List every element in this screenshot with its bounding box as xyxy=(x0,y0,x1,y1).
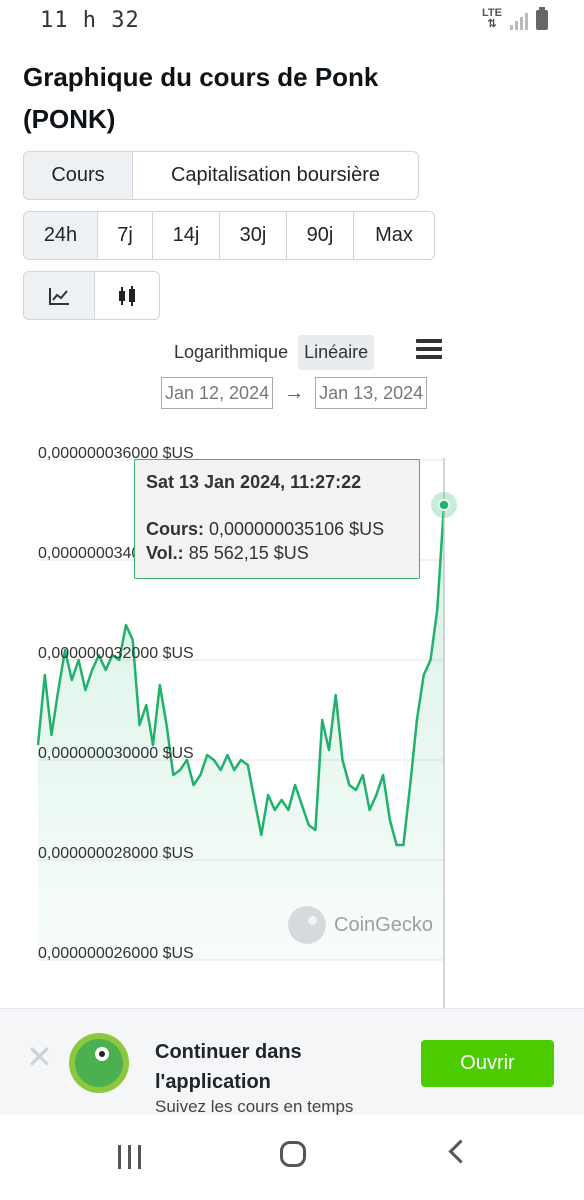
range-14j[interactable]: 14j xyxy=(153,212,220,259)
range-7j[interactable]: 7j xyxy=(98,212,153,259)
banner-title: Continuer dans l'application xyxy=(155,1041,302,1093)
battery-icon xyxy=(536,7,548,30)
page-title: Graphique du cours de Ponk (PONK) xyxy=(23,62,379,134)
arrow-right-icon: → xyxy=(284,381,305,404)
tooltip-price-value: 0,000000035106 $US xyxy=(209,519,385,539)
range-max[interactable]: Max xyxy=(354,212,434,259)
tooltip-vol-label: Vol.: xyxy=(146,543,184,563)
tooltip-price-label: Cours: xyxy=(146,519,204,539)
candlestick-icon xyxy=(119,285,135,306)
chart-tooltip: Sat 13 Jan 2024, 11:27:22 Cours: 0,00000… xyxy=(134,459,420,579)
chart-type-selector xyxy=(23,271,160,320)
y-tick-label: 0,000000028000 $US xyxy=(38,845,194,862)
range-30j[interactable]: 30j xyxy=(220,212,287,259)
tooltip-date: Sat 13 Jan 2024, 11:27:22 xyxy=(146,472,362,492)
hamburger-menu-icon[interactable] xyxy=(416,339,442,359)
highlight-point xyxy=(438,499,450,511)
y-tick-label: 0,000000032000 $US xyxy=(38,645,194,662)
system-nav-bar xyxy=(0,1115,584,1200)
linear-scale-button[interactable]: Linéaire xyxy=(298,335,375,370)
tooltip-vol-value: 85 562,15 $US xyxy=(188,543,309,563)
status-bar: 11 h 32 LTE ⇅ xyxy=(0,0,584,44)
signal-icon xyxy=(510,10,528,30)
y-tick-label: 0,000000030000 $US xyxy=(38,745,194,762)
tab-market-cap[interactable]: Capitalisation boursière xyxy=(133,152,418,199)
y-tick-label: 0,000000026000 $US xyxy=(38,945,194,962)
recent-apps-icon[interactable] xyxy=(118,1145,141,1169)
range-90j[interactable]: 90j xyxy=(287,212,354,259)
network-icon: LTE ⇅ xyxy=(482,7,502,30)
line-chart-icon xyxy=(49,287,69,305)
date-range: Jan 12, 2024 → Jan 13, 2024 xyxy=(161,377,428,409)
coingecko-app-icon xyxy=(69,1033,129,1093)
status-icons: LTE ⇅ xyxy=(482,7,548,30)
line-chart-button[interactable] xyxy=(24,272,95,319)
banner-subtitle: Suivez les cours en temps xyxy=(155,1097,354,1115)
range-24h[interactable]: 24h xyxy=(24,212,98,259)
app-banner: ✕ Continuer dans l'application Suivez le… xyxy=(0,1008,584,1115)
home-icon[interactable] xyxy=(280,1141,306,1167)
date-to-input[interactable]: Jan 13, 2024 xyxy=(315,377,428,409)
coingecko-logo-icon xyxy=(288,906,326,944)
date-from-input[interactable]: Jan 12, 2024 xyxy=(161,377,274,409)
scale-toggle: Logarithmique Linéaire xyxy=(174,335,375,370)
candlestick-button[interactable] xyxy=(95,272,159,319)
back-icon[interactable] xyxy=(448,1139,473,1164)
log-scale-button[interactable]: Logarithmique xyxy=(174,336,288,369)
range-selector: 24h 7j 14j 30j 90j Max xyxy=(23,211,435,260)
close-icon[interactable]: ✕ xyxy=(26,1041,53,1073)
coingecko-watermark: CoinGecko xyxy=(288,906,433,944)
status-time: 11 h 32 xyxy=(40,8,140,33)
open-app-button[interactable]: Ouvrir xyxy=(421,1040,554,1087)
tab-price[interactable]: Cours xyxy=(24,152,133,199)
price-tabs: Cours Capitalisation boursière xyxy=(23,151,419,200)
watermark-text: CoinGecko xyxy=(334,913,433,936)
